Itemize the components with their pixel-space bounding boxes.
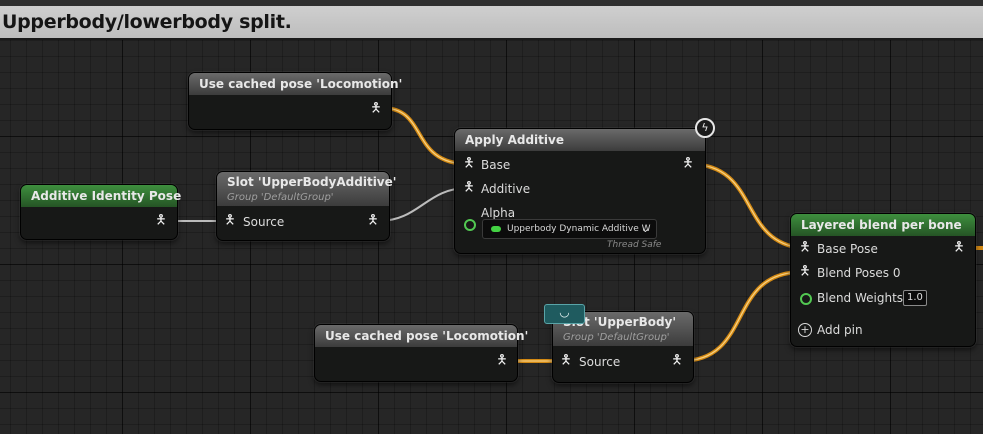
pose-output-pin[interactable]: 🯅 — [496, 354, 508, 368]
float-ring-icon[interactable] — [800, 293, 812, 305]
cached-pose-node-top[interactable]: Use cached pose 'Locomotion' 🯅 — [188, 72, 402, 130]
blend-weights-label: Blend Weights 0 — [817, 291, 915, 305]
node-title: Use cached pose 'Locomotion' — [315, 325, 528, 347]
source-input-pin[interactable]: 🯅 — [224, 214, 236, 228]
curve-color-dot — [491, 226, 501, 232]
pose-output-pin[interactable]: 🯅 — [671, 354, 683, 368]
additive-identity-pose-node[interactable]: Additive Identity Pose 🯅 — [20, 184, 181, 240]
chevron-down-icon: ⌄ — [640, 222, 650, 235]
blend-poses-input-pin[interactable]: 🯅 — [799, 265, 811, 279]
plus-circle-icon[interactable]: + — [798, 323, 812, 337]
pose-output-pin[interactable]: 🯅 — [370, 102, 382, 116]
blend-poses-label: Blend Poses 0 — [817, 266, 901, 280]
apply-additive-node[interactable]: Apply Additive 🯅 Base 🯅 🯅 Additive Alpha… — [454, 128, 706, 254]
additive-input-pin[interactable]: 🯅 — [463, 181, 475, 195]
node-title: Slot 'UpperBodyAdditive' — [227, 175, 397, 189]
alpha-curve-dropdown[interactable]: Upperbody Dynamic Additive W ⌄ — [482, 219, 657, 239]
graph-canvas[interactable]: Upperbody/lowerbody split. Use cached po… — [0, 0, 983, 434]
base-pose-input-pin[interactable]: 🯅 — [799, 241, 811, 255]
node-title: Use cached pose 'Locomotion' — [189, 73, 402, 95]
lightning-icon: ϟ — [695, 118, 715, 138]
base-label: Base — [481, 158, 511, 172]
base-pose-label: Base Pose — [817, 242, 878, 256]
node-title: Layered blend per bone — [791, 214, 975, 236]
base-input-pin[interactable]: 🯅 — [463, 157, 475, 171]
node-header: Slot 'UpperBodyAdditive' Group 'DefaultG… — [217, 172, 396, 206]
node-title: Additive Identity Pose — [21, 185, 181, 207]
float-ring-icon[interactable] — [464, 219, 476, 231]
speech-bubble-icon[interactable]: ◡ — [544, 304, 585, 324]
node-group: Group 'DefaultGroup' — [563, 332, 670, 343]
thread-safe-label: Thread Safe — [607, 240, 662, 250]
pose-output-pin[interactable]: 🯅 — [367, 214, 379, 228]
wire-slot-to-blend-poses — [679, 270, 804, 363]
blend-weights-input[interactable]: 1.0 — [903, 290, 927, 306]
pose-output-pin[interactable]: 🯅 — [953, 241, 965, 255]
dropdown-value: Upperbody Dynamic Additive W — [507, 224, 651, 234]
add-pin-label[interactable]: Add pin — [817, 322, 863, 338]
source-label: Source — [579, 355, 621, 369]
slot-upperbody-additive-node[interactable]: Slot 'UpperBodyAdditive' Group 'DefaultG… — [216, 171, 396, 241]
cached-pose-node-bottom[interactable]: Use cached pose 'Locomotion' 🯅 — [314, 324, 528, 382]
source-label: Source — [243, 215, 285, 229]
source-input-pin[interactable]: 🯅 — [560, 354, 572, 368]
pose-output-pin[interactable]: 🯅 — [155, 214, 167, 228]
pose-output-pin[interactable]: 🯅 — [682, 157, 694, 171]
node-group: Group 'DefaultGroup' — [227, 192, 334, 203]
additive-label: Additive — [481, 182, 531, 196]
layered-blend-per-bone-node[interactable]: Layered blend per bone 🯅 Base Pose 🯅 🯅 B… — [790, 213, 976, 347]
node-title: Apply Additive — [455, 129, 705, 151]
